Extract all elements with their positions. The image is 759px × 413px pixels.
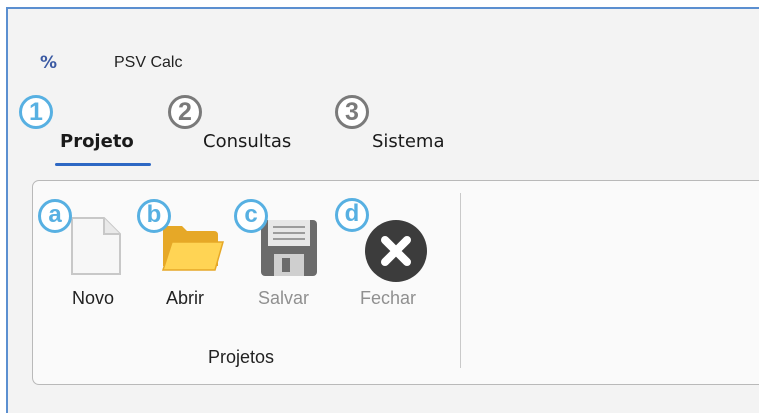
tab-sistema[interactable]: Sistema xyxy=(372,131,445,152)
folder-open-icon xyxy=(161,226,224,271)
title-bar: % PSV Calc xyxy=(40,46,182,80)
callout-letter-c: c xyxy=(234,199,268,233)
tab-consultas[interactable]: Consultas xyxy=(203,131,291,152)
app-title: PSV Calc xyxy=(114,54,183,71)
close-circle-icon xyxy=(365,220,427,282)
save-button-label: Salvar xyxy=(258,288,310,308)
open-button[interactable] xyxy=(160,222,226,279)
callout-letter-b: b xyxy=(137,199,171,233)
tab-projeto[interactable]: Projeto xyxy=(60,131,134,152)
new-document-icon xyxy=(71,217,121,275)
close-button-label: Fechar xyxy=(360,288,417,308)
group-label-projetos: Projetos xyxy=(208,347,275,367)
save-button[interactable] xyxy=(258,214,320,283)
percent-icon: % xyxy=(40,53,57,73)
selected-tab-indicator xyxy=(55,163,151,166)
floppy-save-icon xyxy=(261,220,317,276)
new-button[interactable] xyxy=(68,214,124,283)
callout-number-3: 3 xyxy=(335,95,369,129)
callout-letter-a: a xyxy=(38,199,72,233)
callout-number-1: 1 xyxy=(19,95,53,129)
callout-letter-d: d xyxy=(335,198,369,232)
open-button-label: Abrir xyxy=(166,288,205,308)
new-button-label: Novo xyxy=(72,288,115,308)
group-separator xyxy=(460,193,461,368)
close-button[interactable] xyxy=(363,218,429,289)
callout-number-2: 2 xyxy=(168,95,202,129)
